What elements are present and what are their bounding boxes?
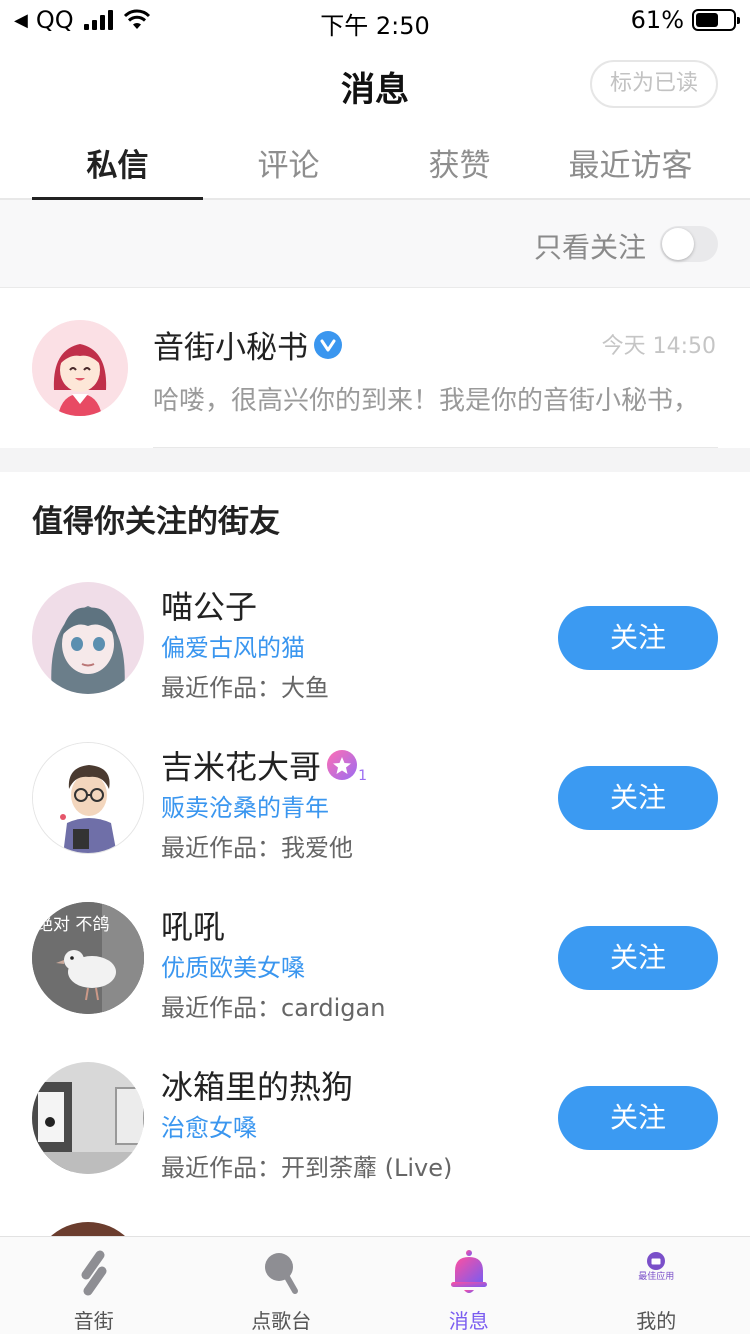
- recent-work[interactable]: 最近作品：我爱他: [161, 828, 353, 863]
- recent-work[interactable]: 最近作品：开到荼蘼 (Live): [161, 1148, 452, 1183]
- music-street-icon: [81, 1250, 107, 1296]
- level-badge-number: 1: [358, 768, 368, 784]
- tabbar-label: 消息: [448, 1309, 489, 1333]
- mark-read-button[interactable]: 标为已读: [590, 60, 718, 108]
- tab-likes[interactable]: 获赞: [374, 130, 545, 198]
- user-name[interactable]: 喵公子: [161, 582, 257, 628]
- recommend-title: 值得你关注的街友: [32, 504, 280, 540]
- user-description: 治愈女嗓: [161, 1114, 257, 1142]
- tabbar-label: 点歌台: [251, 1309, 312, 1333]
- microphone-icon: [265, 1253, 299, 1294]
- user-description: 偏爱古风的猫: [161, 634, 305, 662]
- bell-icon: [450, 1250, 487, 1293]
- cartoon-man-avatar-icon: [33, 743, 143, 853]
- user-description: 优质欧美女嗓: [161, 954, 305, 982]
- message-sender: 音街小秘书: [153, 322, 342, 367]
- follow-button[interactable]: 关注: [558, 766, 718, 830]
- status-bar: ◀ QQ 下午 2:50 61%: [0, 0, 750, 40]
- avatar[interactable]: [32, 582, 144, 694]
- user-name-wrap: 喵公子: [161, 582, 257, 628]
- only-following-label: 只看关注: [533, 231, 646, 264]
- message-time: 今天 14:50: [601, 334, 716, 359]
- user-name-wrap: 吼吼: [161, 902, 225, 948]
- user-name[interactable]: 吼吼: [161, 902, 225, 948]
- avatar-caption: 绝对 不鸽: [36, 915, 110, 935]
- recent-work[interactable]: 最近作品：大鱼: [161, 668, 329, 703]
- battery-icon: [692, 9, 740, 31]
- room-photo-avatar-icon: [32, 1062, 144, 1174]
- verified-icon: [314, 330, 342, 359]
- follow-button[interactable]: 关注: [558, 926, 718, 990]
- user-name-wrap: 冰箱里的热狗: [161, 1062, 353, 1108]
- avatar[interactable]: [32, 1062, 144, 1174]
- avatar[interactable]: 绝对 不鸽: [32, 902, 144, 1014]
- status-right: 61%: [630, 6, 740, 34]
- avatar[interactable]: [32, 320, 128, 416]
- list-item[interactable]: 吉米花大哥 1 贩卖沧桑的青年 最近作品：我爱他 关注: [0, 732, 750, 892]
- message-row[interactable]: 音街小秘书 今天 14:50 哈喽，很高兴你的到来！我是你的音街小秘书，: [0, 288, 750, 448]
- recommend-list: 喵公子 偏爱古风的猫 最近作品：大鱼 关注 吉米花大哥 1 贩卖沧桑的青年 最近…: [0, 572, 750, 1334]
- user-name-wrap: 吉米花大哥 1: [161, 742, 367, 788]
- battery-percent: 61%: [630, 6, 684, 34]
- message-preview: 哈喽，很高兴你的到来！我是你的音街小秘书，: [153, 386, 700, 416]
- best-app-icon: 最佳应用: [632, 1249, 680, 1297]
- message-tabs: 私信 评论 获赞 最近访客: [0, 130, 750, 200]
- best-app-caption: 最佳应用: [638, 1272, 675, 1282]
- tabbar-item-mine[interactable]: 最佳应用 我的: [563, 1237, 750, 1334]
- tab-recent-visitors[interactable]: 最近访客: [545, 130, 716, 198]
- level-badge-icon: 1: [327, 750, 367, 784]
- anime-avatar-icon: [32, 582, 144, 694]
- user-name[interactable]: 冰箱里的热狗: [161, 1062, 353, 1108]
- tabbar-item-messages[interactable]: 消息: [375, 1237, 563, 1334]
- list-item[interactable]: 冰箱里的热狗 治愈女嗓 最近作品：开到荼蘼 (Live) 关注: [0, 1052, 750, 1212]
- user-description: 贩卖沧桑的青年: [161, 794, 329, 822]
- toggle-knob: [662, 228, 694, 260]
- filter-row: 只看关注: [0, 200, 750, 288]
- tabbar-item-song-request[interactable]: 点歌台: [188, 1237, 376, 1334]
- tabbar-label: 音街: [73, 1309, 114, 1333]
- only-following-toggle[interactable]: [660, 226, 718, 262]
- follow-button[interactable]: 关注: [558, 606, 718, 670]
- tab-comments[interactable]: 评论: [203, 130, 374, 198]
- page-header: 消息 标为已读: [0, 40, 750, 130]
- sender-name: 音街小秘书: [153, 330, 308, 366]
- list-item[interactable]: 喵公子 偏爱古风的猫 最近作品：大鱼 关注: [0, 572, 750, 732]
- tabbar-label: 我的: [636, 1309, 677, 1333]
- follow-button[interactable]: 关注: [558, 1086, 718, 1150]
- tab-private-messages[interactable]: 私信: [32, 130, 203, 200]
- user-name[interactable]: 吉米花大哥: [161, 742, 321, 788]
- tabbar-item-music-street[interactable]: 音街: [0, 1237, 188, 1334]
- avatar[interactable]: [32, 742, 144, 854]
- section-gap: [0, 448, 750, 472]
- secretary-avatar-icon: [32, 320, 128, 416]
- recent-work[interactable]: 最近作品：cardigan: [161, 988, 385, 1023]
- bottom-tab-bar: 音街 点歌台 消息 最佳应用 我的: [0, 1236, 750, 1334]
- list-item[interactable]: 绝对 不鸽 吼吼 优质欧美女嗓 最近作品：cardigan 关注: [0, 892, 750, 1052]
- battery-level: [696, 13, 718, 27]
